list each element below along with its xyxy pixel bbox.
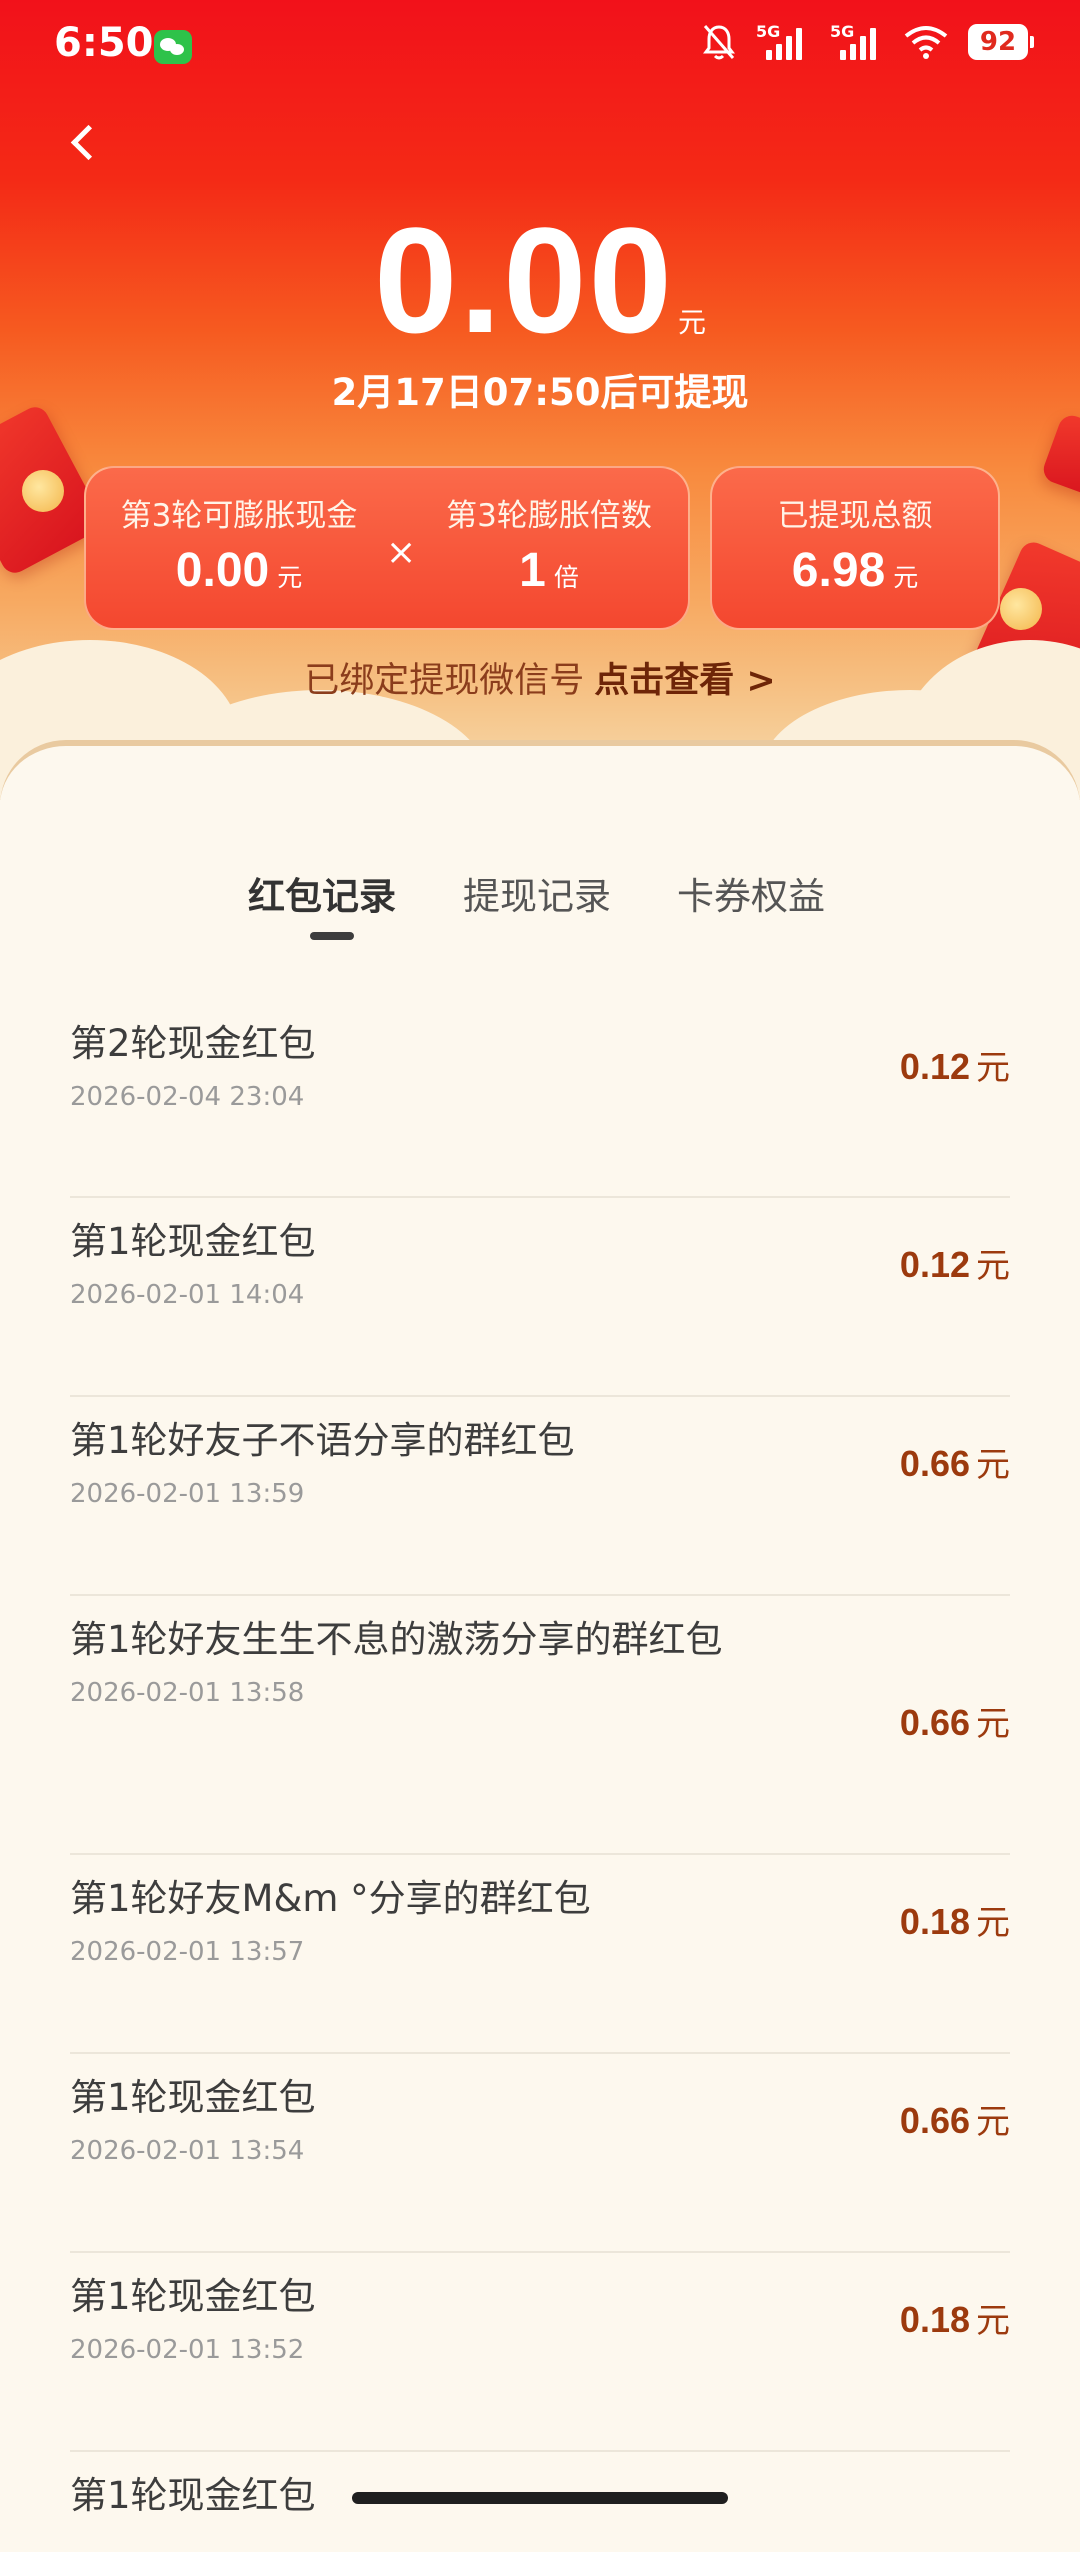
- coin-decoration-left: [22, 470, 64, 512]
- expansion-multiplier-value: 1: [519, 544, 546, 597]
- record-date: 2026-02-01 14:04: [70, 1280, 305, 1310]
- multiply-icon: ×: [386, 532, 417, 573]
- expansion-card: 第3轮可膨胀现金 0.00 元 × 第3轮膨胀倍数 1倍: [84, 466, 690, 630]
- record-amount-unit: 元: [976, 2301, 1010, 2341]
- record-title: 第1轮好友子不语分享的群红包: [70, 1419, 575, 1462]
- mute-bell-icon: [703, 25, 735, 60]
- wechat-binding-line: 已绑定提现微信号 点击查看 >: [0, 652, 1080, 703]
- balance: 0.00 元: [0, 200, 1080, 360]
- expansion-multiplier-label: 第3轮膨胀倍数: [446, 498, 652, 534]
- record-amount-unit: 元: [976, 2102, 1010, 2142]
- status-bar: 6:50 5G 5G 92: [0, 0, 1080, 96]
- record-date: 2026-02-01 13:57: [70, 1937, 305, 1967]
- record-row[interactable]: 第1轮好友子不语分享的群红包 2026-02-01 13:59 0.66 元: [70, 1397, 1010, 1596]
- record-amount-unit: 元: [976, 1903, 1010, 1943]
- network-type-label: 5G: [756, 22, 781, 41]
- balance-unit: 元: [677, 306, 706, 339]
- record-row[interactable]: 第1轮现金红包 2026-02-01 13:52 0.18 元: [70, 2253, 1010, 2452]
- record-date: 2026-02-01 13:52: [70, 2335, 305, 2365]
- red-packet-record-list: 第2轮现金红包 2026-02-04 23:04 0.12 元 第1轮现金红包 2…: [70, 1000, 1010, 2552]
- record-amount-unit: 元: [976, 1048, 1010, 1088]
- record-title: 第1轮好友M&m °分享的群红包: [70, 1877, 591, 1920]
- balance-amount: 0.00: [374, 196, 674, 364]
- record-amount: 0.66: [899, 1443, 970, 1484]
- record-date: 2026-02-01 13:59: [70, 1479, 305, 1509]
- expandable-cash-label: 第3轮可膨胀现金: [120, 498, 358, 534]
- withdrawn-total-card: 已提现总额 6.98 元: [710, 466, 1000, 630]
- battery-icon: 92: [968, 24, 1034, 60]
- record-date: 2026-02-01 13:54: [70, 2136, 305, 2166]
- record-amount: 0.18: [899, 2299, 970, 2340]
- wechat-binding-text: 已绑定提现微信号: [304, 661, 585, 701]
- record-title: 第2轮现金红包: [70, 1022, 316, 1065]
- record-date: 2026-02-04 23:04: [70, 1082, 305, 1112]
- record-title: 第1轮现金红包: [70, 2076, 316, 2119]
- record-title: 第1轮好友生生不息的激荡分享的群红包: [70, 1618, 723, 1661]
- record-row[interactable]: 第1轮现金红包 2026-02-01 13:54 0.66 元: [70, 2054, 1010, 2253]
- record-tabs: 红包记录 提现记录 卡券权益: [0, 866, 1080, 946]
- record-amount-unit: 元: [976, 1445, 1010, 1485]
- record-row[interactable]: 第1轮现金红包 2026-02-01 14:04 0.12 元: [70, 1198, 1010, 1397]
- network-type-label: 5G: [830, 22, 855, 41]
- record-row[interactable]: 第1轮好友M&m °分享的群红包 2026-02-01 13:57 0.18 元: [70, 1855, 1010, 2054]
- tab-red-packet-records[interactable]: 红包记录: [248, 866, 396, 920]
- record-amount: 0.12: [899, 1244, 970, 1285]
- wifi-icon: [904, 26, 948, 59]
- signal-5g-icon-1: 5G: [756, 22, 810, 62]
- record-date: 2026-02-01 13:58: [70, 1678, 305, 1708]
- record-amount: 0.18: [899, 1901, 970, 1942]
- record-row[interactable]: 第2轮现金红包 2026-02-04 23:04 0.12 元: [70, 1000, 1010, 1198]
- record-amount-unit: 元: [976, 1246, 1010, 1286]
- tab-withdrawal-records[interactable]: 提现记录: [463, 866, 611, 920]
- expansion-multiplier-unit: 倍: [553, 564, 579, 592]
- back-button[interactable]: [62, 118, 112, 168]
- home-indicator[interactable]: [352, 2492, 728, 2504]
- expandable-cash-unit: 元: [277, 564, 303, 592]
- withdrawn-total-label: 已提现总额: [777, 498, 933, 534]
- record-title: 第1轮现金红包: [70, 2275, 316, 2318]
- record-amount: 0.12: [899, 1046, 970, 1087]
- status-time: 6:50: [54, 20, 154, 66]
- view-binding-link[interactable]: 点击查看 >: [594, 661, 776, 701]
- record-row[interactable]: 第1轮好友生生不息的激荡分享的群红包 2026-02-01 13:58 0.66…: [70, 1596, 1010, 1855]
- signal-5g-icon-2: 5G: [830, 22, 884, 62]
- record-amount: 0.66: [899, 2100, 970, 2141]
- wechat-notification-icon: [154, 30, 192, 64]
- withdrawn-total-value: 6.98: [791, 544, 886, 597]
- record-title: 第1轮现金红包: [70, 1220, 316, 1263]
- coin-decoration-right: [1000, 588, 1042, 630]
- header-curve: [0, 740, 1080, 800]
- record-amount: 0.66: [899, 1702, 970, 1743]
- red-envelope-decoration-top-right: [1039, 411, 1080, 499]
- record-title: 第1轮现金红包: [70, 2474, 316, 2517]
- withdrawn-total-unit: 元: [893, 564, 919, 592]
- active-tab-indicator: [310, 932, 354, 940]
- tab-coupon-benefits[interactable]: 卡券权益: [677, 866, 825, 920]
- record-amount-unit: 元: [976, 1704, 1010, 1744]
- expandable-cash-value: 0.00: [175, 544, 270, 597]
- withdraw-available-time: 2月17日07:50后可提现: [331, 371, 749, 414]
